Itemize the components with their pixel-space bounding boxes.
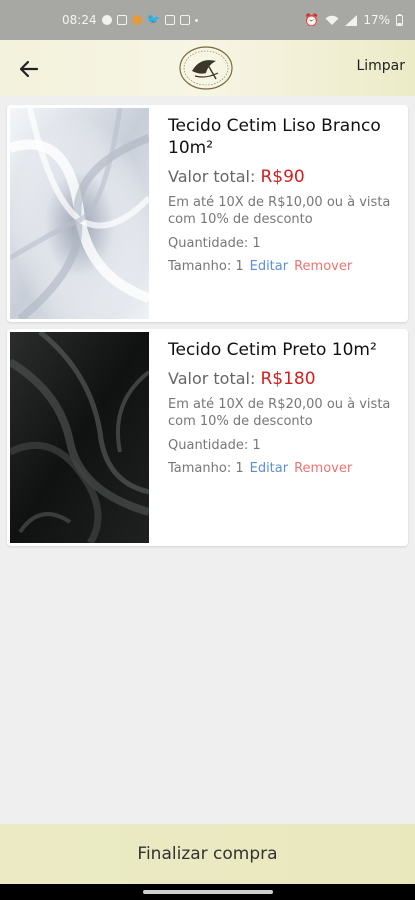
total-row: Valor total: R$90 — [168, 166, 398, 188]
system-nav-bar — [0, 884, 415, 900]
size-actions-row: Tamanho: 1 Editar Remover — [168, 460, 398, 478]
message-icon — [116, 15, 127, 25]
size-text: Tamanho: 1 — [168, 259, 244, 274]
total-label: Valor total: — [168, 369, 256, 388]
battery-percent: 17% — [363, 13, 390, 27]
cart-item-details: Tecido Cetim Liso Branco 10m² Valor tota… — [168, 115, 398, 276]
installments-text: Em até 10X de R$20,00 ou à vista com 10%… — [168, 397, 391, 429]
status-right: ⏰ 17% — [304, 13, 403, 27]
gmail-icon — [165, 15, 176, 25]
edit-button[interactable]: Editar — [250, 460, 289, 478]
back-button[interactable] — [14, 54, 44, 84]
battery-icon — [396, 14, 403, 26]
clear-cart-button[interactable]: Limpar — [356, 58, 405, 74]
store-logo — [179, 46, 233, 90]
app-header: Limpar — [0, 40, 415, 96]
checkout-button[interactable]: Finalizar compra — [0, 824, 415, 884]
signal-icon — [345, 14, 358, 26]
quantity-text: Quantidade: 1 — [168, 438, 261, 453]
app-notification-icon — [131, 15, 142, 25]
size-actions-row: Tamanho: 1 Editar Remover — [168, 258, 398, 276]
alarm-icon: ⏰ — [304, 13, 320, 27]
more-notifications-icon — [195, 18, 199, 22]
status-bar: 08:24 🐦 ⏰ 17% — [0, 0, 415, 40]
wifi-icon — [325, 15, 339, 25]
product-price: R$180 — [260, 369, 316, 389]
quantity-text: Quantidade: 1 — [168, 236, 261, 251]
status-time: 08:24 — [62, 13, 97, 27]
remove-button[interactable]: Remover — [294, 258, 352, 276]
total-label: Valor total: — [168, 167, 256, 186]
product-price: R$90 — [260, 167, 305, 187]
spotify-icon — [101, 15, 112, 25]
gallery-icon — [180, 15, 191, 25]
cart-item-card: Tecido Cetim Liso Branco 10m² Valor tota… — [7, 105, 408, 322]
size-text: Tamanho: 1 — [168, 461, 244, 476]
product-image-white-satin[interactable] — [10, 108, 149, 319]
edit-button[interactable]: Editar — [250, 258, 289, 276]
status-left: 08:24 🐦 — [62, 13, 199, 27]
product-image-black-satin[interactable] — [10, 332, 149, 543]
cart-item-card: Tecido Cetim Preto 10m² Valor total: R$1… — [7, 329, 408, 546]
twitter-icon: 🐦 — [146, 13, 161, 26]
total-row: Valor total: R$180 — [168, 368, 398, 390]
product-title: Tecido Cetim Liso Branco 10m² — [168, 116, 381, 158]
home-gesture-handle[interactable] — [143, 890, 273, 894]
remove-button[interactable]: Remover — [294, 460, 352, 478]
cart-item-details: Tecido Cetim Preto 10m² Valor total: R$1… — [168, 339, 398, 478]
product-title: Tecido Cetim Preto 10m² — [168, 340, 377, 360]
arrow-left-icon — [19, 60, 39, 78]
installments-text: Em até 10X de R$10,00 ou à vista com 10%… — [168, 195, 391, 227]
